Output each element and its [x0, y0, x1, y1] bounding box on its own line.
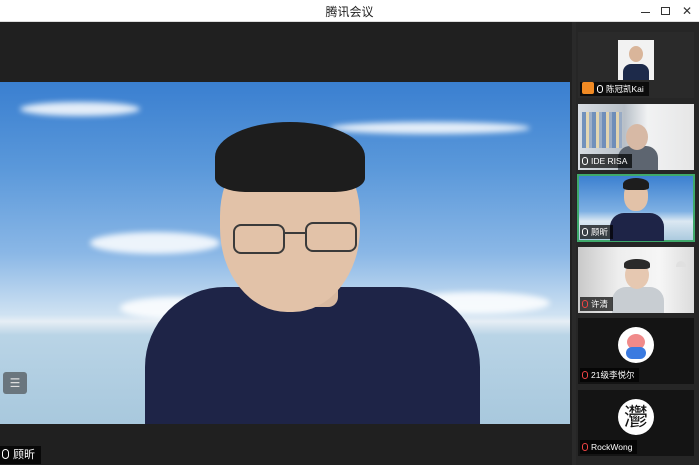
cloud-shape: [90, 232, 220, 254]
participant-tile[interactable]: IDE RISA: [578, 104, 694, 170]
participant-label: RockWong: [580, 440, 638, 454]
speaker-hair: [215, 122, 365, 192]
participant-video: [618, 40, 654, 80]
close-icon: ✕: [681, 4, 693, 18]
participant-tile-active[interactable]: 顾昕: [577, 174, 695, 242]
participant-name: 21级李悦尔: [591, 370, 635, 380]
menu-icon: ☰: [9, 376, 21, 390]
participant-tile[interactable]: 许清: [578, 247, 694, 313]
muted-microphone-icon: [582, 443, 588, 451]
bookshelf-background: [582, 112, 622, 148]
participant-tile[interactable]: 灪 RockWong: [578, 390, 694, 456]
participant-face: [626, 124, 648, 150]
speaker-name-label: 顾昕: [0, 446, 41, 464]
speaker-name: 顾昕: [13, 449, 35, 461]
maximize-button[interactable]: [657, 2, 675, 20]
lamp-background: [676, 261, 686, 267]
cloud-shape: [330, 122, 530, 134]
main-video-area[interactable]: ☰: [0, 22, 572, 465]
glasses-right-lens: [305, 222, 357, 252]
user-badge-icon: [582, 82, 594, 94]
participant-tile[interactable]: 21级李悦尔: [578, 318, 694, 384]
participant-sidebar: 陈冠凯Kai IDE RISA 顾昕 许清 21级李悦尔 灪 RockWong: [576, 22, 699, 465]
participant-label: 21级李悦尔: [580, 368, 640, 382]
participant-avatar: 灪: [618, 399, 654, 435]
glasses-left-lens: [233, 224, 285, 254]
microphone-icon: [582, 157, 588, 165]
title-bar: 腾讯会议 ✕: [0, 0, 699, 22]
participant-body: [612, 287, 664, 313]
maximize-icon: [661, 7, 670, 15]
microphone-icon: [582, 228, 588, 236]
minimize-icon: [641, 12, 650, 13]
participant-name: IDE RISA: [591, 156, 628, 166]
participant-name: RockWong: [591, 442, 633, 452]
minimize-button[interactable]: [637, 2, 655, 20]
participant-hair: [624, 259, 650, 269]
participant-name: 顾昕: [591, 227, 609, 237]
close-button[interactable]: ✕: [678, 2, 696, 20]
glasses-bridge: [285, 232, 305, 234]
participant-label: 许清: [580, 297, 614, 311]
cloud-shape: [20, 102, 140, 116]
participant-tile[interactable]: 陈冠凯Kai: [578, 32, 694, 98]
microphone-icon: [2, 449, 9, 459]
participant-avatar: [618, 327, 654, 363]
participant-label: IDE RISA: [580, 154, 633, 168]
speaker-video[interactable]: [0, 82, 570, 424]
muted-microphone-icon: [582, 371, 588, 379]
participant-label: 顾昕: [580, 225, 614, 239]
participant-label: 陈冠凯Kai: [580, 82, 649, 96]
participant-body: [610, 213, 664, 241]
participant-name: 许清: [591, 299, 609, 309]
side-menu-toggle[interactable]: ☰: [3, 372, 27, 394]
microphone-icon: [597, 85, 603, 93]
window-title: 腾讯会议: [325, 5, 374, 19]
muted-microphone-icon: [582, 300, 588, 308]
participant-hair: [623, 178, 649, 190]
participant-name: 陈冠凯Kai: [606, 84, 644, 94]
meeting-window: 腾讯会议 ✕ ☰ 顾昕 陈冠凯Kai IDE RISA 顾昕 许清 21级李悦尔…: [0, 0, 699, 465]
